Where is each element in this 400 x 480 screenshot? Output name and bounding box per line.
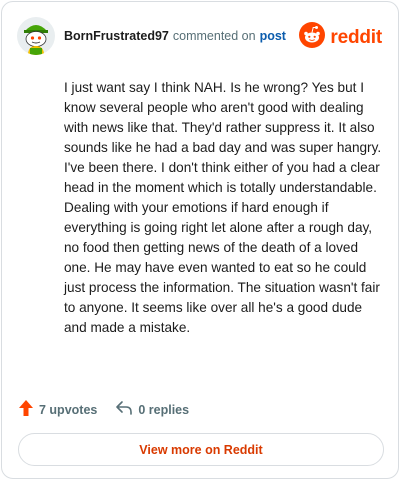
snoo-avatar-icon[interactable] <box>17 17 55 55</box>
reddit-wordmark: reddit <box>330 26 382 48</box>
comment-body: I just want say I think NAH. Is he wrong… <box>64 80 382 335</box>
upvote-count: 7 upvotes <box>39 402 98 417</box>
reddit-brand[interactable]: reddit <box>299 22 382 53</box>
view-more-button[interactable]: View more on Reddit <box>18 433 384 466</box>
reddit-logo-icon <box>299 22 326 53</box>
commented-on-label: commented on <box>172 29 256 43</box>
comment-header: BornFrustrated97 commented on post reddi… <box>17 16 384 56</box>
upvote-arrow-icon <box>18 399 34 420</box>
comment-meta: BornFrustrated97 commented on post <box>64 29 286 43</box>
reply-count: 0 replies <box>138 402 190 417</box>
reply-button[interactable]: 0 replies <box>115 400 189 419</box>
username-link[interactable]: BornFrustrated97 <box>64 29 169 43</box>
upvote-button[interactable]: 7 upvotes <box>18 399 97 420</box>
embedded-comment-card: BornFrustrated97 commented on post reddi… <box>1 1 399 479</box>
comment-actions: 7 upvotes 0 replies <box>18 399 189 420</box>
post-link[interactable]: post <box>260 29 286 43</box>
reply-arrow-icon <box>115 400 133 419</box>
